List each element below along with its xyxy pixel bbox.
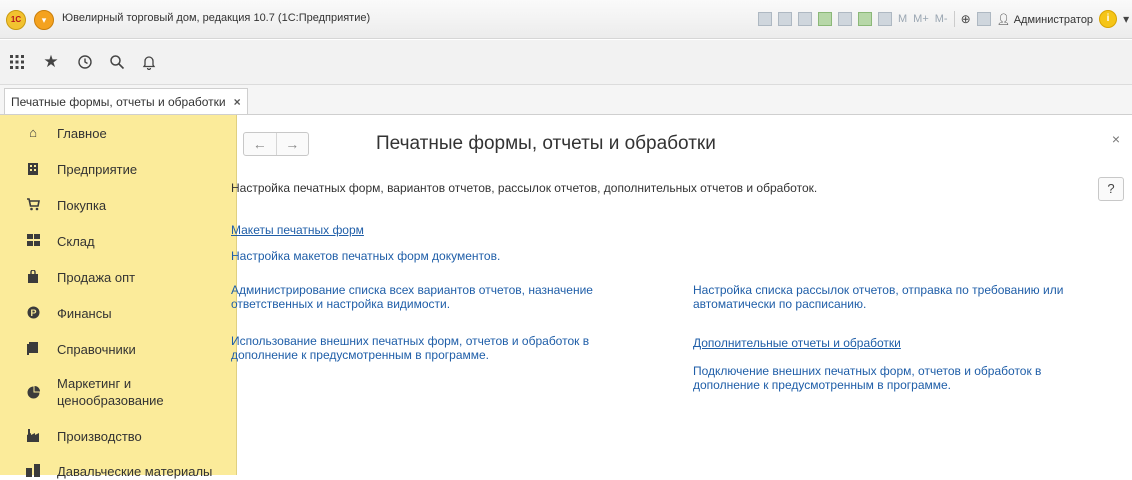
forward-button[interactable]: →: [275, 133, 309, 155]
zoom-icon[interactable]: ⊕: [961, 12, 971, 26]
home-icon: ⌂: [29, 125, 37, 140]
tab-label: Печатные формы, отчеты и обработки: [11, 94, 226, 109]
sidebar-item-label: Продажа опт: [57, 270, 136, 285]
pie-chart-icon: [26, 386, 40, 400]
panels-icon[interactable]: [976, 12, 991, 26]
additional-reports-link[interactable]: Дополнительные отчеты и обработки: [693, 336, 901, 350]
print-templates-description: Настройка макетов печатных форм документ…: [231, 249, 501, 263]
additional-reports-description: Подключение внешних печатных форм, отчет…: [693, 364, 1042, 392]
sidebar-item-label: Маркетинг и ценообразование: [57, 376, 164, 408]
memory-minus-button[interactable]: M-: [935, 13, 948, 25]
info-icon[interactable]: i: [1099, 10, 1118, 28]
preview-icon[interactable]: [798, 12, 812, 26]
sidebar-item-label: Давальческие материалы: [57, 464, 213, 479]
cart-icon: [26, 198, 40, 212]
main-menu-button[interactable]: ▾: [34, 10, 54, 30]
toolbar: ★: [0, 40, 1132, 85]
building-icon: [26, 162, 40, 176]
calendar-icon[interactable]: [878, 12, 892, 26]
page-description: Настройка печатных форм, вариантов отчет…: [231, 181, 818, 195]
close-form-icon[interactable]: ×: [1112, 131, 1120, 147]
print-templates-link[interactable]: Макеты печатных форм: [231, 223, 364, 237]
help-button[interactable]: ?: [1098, 177, 1124, 201]
sidebar-item-label: Главное: [57, 126, 107, 141]
search-icon[interactable]: [106, 51, 128, 73]
bell-icon[interactable]: [138, 51, 160, 73]
upload-icon[interactable]: [818, 12, 832, 26]
materials-icon: [26, 464, 40, 478]
history-icon[interactable]: [74, 51, 96, 73]
sidebar-item-label: Производство: [57, 429, 142, 444]
sidebar-item-label: Склад: [57, 234, 95, 249]
window-title: Ювелирный торговый дом, редакция 10.7 (1…: [62, 12, 371, 24]
user-name[interactable]: 👤︎ Администратор: [997, 13, 1093, 26]
memory-plus-button[interactable]: M+: [913, 13, 929, 25]
title-bar: 1С ▾ Ювелирный торговый дом, редакция 10…: [0, 0, 1132, 39]
report-mailing-link[interactable]: Настройка списка рассылок отчетов, отпра…: [693, 283, 1093, 311]
sidebar-item-label: Финансы: [57, 306, 112, 321]
star-icon[interactable]: ★: [40, 51, 62, 73]
close-tab-icon[interactable]: ×: [234, 95, 241, 109]
title-toolbar: M M+ M- ⊕ 👤︎ Администратор i ▾ – □ X: [758, 10, 1132, 28]
report-options-link[interactable]: Администрирование списка всех вариантов …: [231, 283, 666, 311]
calculator-icon[interactable]: [858, 12, 872, 26]
factory-icon: [26, 429, 40, 443]
print-icon[interactable]: [778, 12, 792, 26]
warehouse-icon: [26, 234, 40, 248]
grid-menu-icon[interactable]: [6, 51, 28, 73]
sidebar-item-label: Предприятие: [57, 162, 138, 177]
bag-icon: [26, 269, 40, 284]
chevron-down-icon[interactable]: ▾: [1123, 12, 1129, 26]
main-panel: ← → Печатные формы, отчеты и обработки ×…: [231, 115, 1132, 475]
navigation-buttons: ← →: [243, 132, 309, 156]
sidebar-item-label: Покупка: [57, 198, 107, 213]
tab-strip: Печатные формы, отчеты и обработки ×: [0, 85, 1132, 115]
app-logo-icon: 1С: [6, 10, 26, 30]
sidebar: ⌂ Главное Предприятие Покупка Склад Прод…: [0, 115, 237, 479]
page-title: Печатные формы, отчеты и обработки: [376, 133, 716, 154]
user-label: Администратор: [1013, 13, 1094, 26]
memory-button[interactable]: M: [898, 13, 907, 25]
external-forms-link[interactable]: Использование внешних печатных форм, отч…: [231, 334, 651, 362]
book-icon: [26, 342, 40, 356]
sidebar-item-label: Справочники: [57, 342, 136, 357]
finance-icon: P: [26, 306, 40, 320]
document-icon[interactable]: [838, 12, 852, 26]
svg-text:P: P: [30, 308, 36, 318]
divider: [953, 11, 955, 27]
save-icon[interactable]: [758, 12, 772, 26]
back-button[interactable]: ←: [244, 133, 276, 155]
tab-print-forms[interactable]: Печатные формы, отчеты и обработки ×: [4, 88, 248, 114]
